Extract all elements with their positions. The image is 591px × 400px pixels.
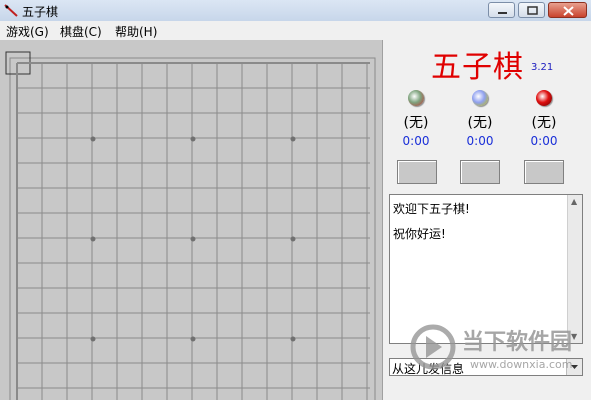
- chat-scrollbar[interactable]: ▲ ▼: [567, 195, 582, 343]
- star-point: [190, 236, 196, 242]
- player-2: (无) 0:00: [450, 90, 510, 148]
- side-panel: 五子棋 3.21 (无) 0:00 (无) 0:00 (无) 0:00 欢迎下五…: [383, 40, 591, 400]
- player-2-box[interactable]: [460, 160, 500, 184]
- title-bar[interactable]: 五子棋: [0, 0, 591, 22]
- chat-log[interactable]: 欢迎下五子棋! 祝你好运! ▲ ▼: [389, 194, 583, 344]
- chat-line: 欢迎下五子棋!: [393, 202, 470, 216]
- player-1-box[interactable]: [397, 160, 437, 184]
- message-select[interactable]: 从这儿发信息: [389, 358, 583, 376]
- player-3-stone-icon: [536, 90, 552, 106]
- chat-line: 祝你好运!: [393, 227, 446, 241]
- close-button[interactable]: [548, 2, 587, 18]
- star-point: [290, 236, 296, 242]
- menu-game[interactable]: 游戏(G): [6, 23, 49, 40]
- player-3: (无) 0:00: [514, 90, 574, 148]
- player-2-name: (无): [467, 115, 493, 131]
- game-board[interactable]: [0, 40, 383, 400]
- minimize-icon: [498, 12, 507, 14]
- player-1-name: (无): [403, 115, 429, 131]
- player-3-name: (无): [531, 115, 557, 131]
- message-select-value: 从这儿发信息: [392, 362, 465, 376]
- player-3-time: 0:00: [530, 134, 558, 148]
- menu-board[interactable]: 棋盘(C): [60, 23, 102, 40]
- menu-bar: 游戏(G) 棋盘(C) 帮助(H): [0, 21, 591, 41]
- chat-messages: 欢迎下五子棋! 祝你好运!: [393, 197, 470, 247]
- game-title: 五子棋: [431, 50, 524, 85]
- window-title: 五子棋: [22, 5, 59, 19]
- player-1-stone-icon: [408, 90, 424, 106]
- star-point: [190, 136, 196, 142]
- maximize-button[interactable]: [518, 2, 545, 18]
- close-icon: [563, 6, 574, 16]
- star-point: [290, 336, 296, 342]
- maximize-icon: [527, 6, 538, 15]
- player-1-time: 0:00: [402, 134, 430, 148]
- app-icon: [4, 4, 18, 17]
- version-label: 3.21: [531, 62, 554, 73]
- star-point: [90, 336, 96, 342]
- scroll-down-icon[interactable]: ▼: [571, 332, 577, 341]
- star-point: [290, 136, 296, 142]
- chevron-down-icon[interactable]: [566, 359, 582, 375]
- minimize-button[interactable]: [488, 2, 515, 18]
- player-1: (无) 0:00: [386, 90, 446, 148]
- star-point: [190, 336, 196, 342]
- board-grid[interactable]: [0, 40, 382, 400]
- player-2-time: 0:00: [466, 134, 494, 148]
- star-point: [90, 236, 96, 242]
- player-3-box[interactable]: [524, 160, 564, 184]
- scroll-up-icon[interactable]: ▲: [571, 197, 577, 206]
- star-point: [90, 136, 96, 142]
- player-2-stone-icon: [472, 90, 488, 106]
- menu-help[interactable]: 帮助(H): [115, 23, 157, 40]
